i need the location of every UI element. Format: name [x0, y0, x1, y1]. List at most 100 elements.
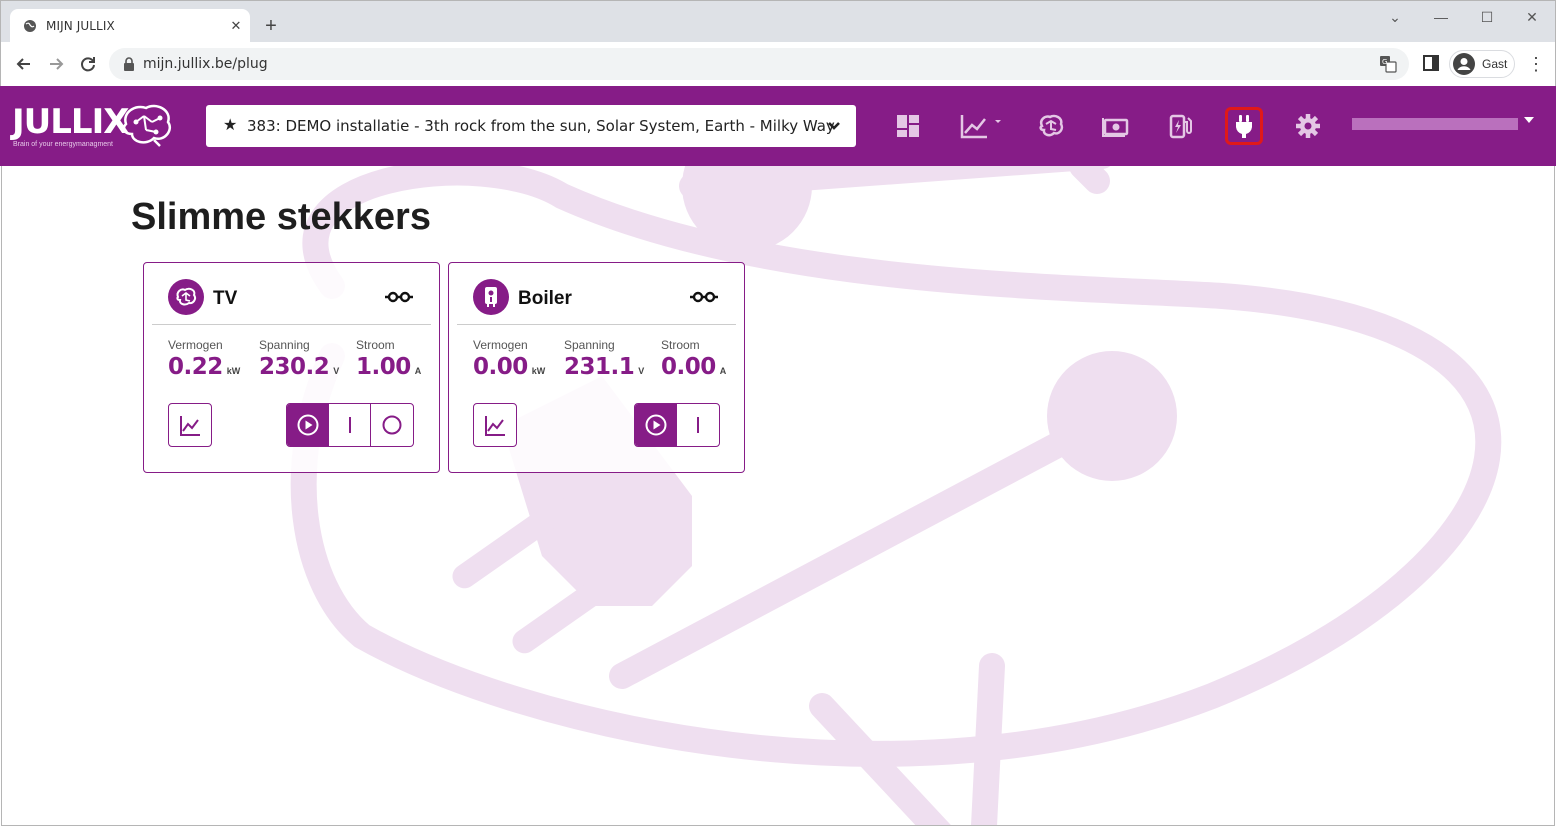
card-divider: [152, 324, 431, 325]
metric-label: Vermogen: [168, 338, 223, 352]
nav-dashboard[interactable]: [890, 108, 926, 144]
page-title: Slimme stekkers: [131, 196, 431, 238]
caret-down-icon[interactable]: [1524, 117, 1534, 123]
gear-icon: [1296, 114, 1320, 138]
mode-on-button[interactable]: [329, 404, 371, 446]
main-content: Slimme stekkers TV Vermogen 0.22 kW Spann…: [1, 166, 1555, 826]
close-tab-icon[interactable]: ✕: [228, 18, 244, 34]
current-unit: A: [414, 366, 422, 376]
chart-icon: [180, 416, 200, 436]
plug-card-boiler: Boiler Vermogen 0.00 kW Spanning 231.1 V S…: [448, 262, 745, 473]
power-value: 0.22: [168, 354, 223, 380]
metric-power: Vermogen 0.22 kW: [168, 338, 240, 380]
nav-plugs[interactable]: [1225, 107, 1263, 145]
address-bar[interactable]: mijn.jullix.be/plug G: [109, 48, 1409, 80]
installation-label: 383: DEMO installatie - 3th rock from th…: [247, 117, 835, 135]
logo-brain-icon: [122, 104, 171, 147]
connection-icon: [690, 291, 718, 303]
voltage-unit: V: [638, 366, 645, 376]
profile-name: Gast: [1482, 57, 1508, 71]
nav-finance[interactable]: [1097, 108, 1133, 144]
power-unit: kW: [531, 366, 546, 376]
money-icon: [1102, 118, 1129, 137]
chart-icon: [960, 115, 1001, 139]
power-value: 0.00: [473, 354, 528, 380]
chevron-down-icon: [828, 122, 840, 130]
metric-current: Stroom 0.00 A: [661, 338, 726, 380]
history-chart-button[interactable]: [473, 403, 517, 447]
mode-toggle-group: [634, 403, 720, 447]
play-circle-icon: [297, 414, 319, 436]
voltage-unit: V: [333, 366, 340, 376]
logo-text: JULLIX: [12, 102, 129, 142]
card-divider: [457, 324, 736, 325]
metric-voltage: Spanning 231.1 V: [564, 338, 644, 380]
url-text: mijn.jullix.be/plug: [143, 56, 268, 72]
power-on-icon: [697, 417, 699, 433]
dashboard-icon: [897, 115, 919, 137]
power-off-icon: [382, 415, 402, 435]
plug-name: TV: [213, 288, 238, 309]
voltage-value: 230.2: [259, 354, 330, 380]
nav-charts[interactable]: [955, 108, 1007, 144]
mode-off-button[interactable]: [371, 404, 413, 446]
power-unit: kW: [226, 366, 241, 376]
mode-toggle-group: [286, 403, 414, 447]
mode-on-button[interactable]: [677, 404, 719, 446]
minimize-button[interactable]: —: [1429, 7, 1453, 27]
play-circle-icon: [645, 414, 667, 436]
browser-toolbar: mijn.jullix.be/plug G Gast ⋮: [0, 42, 1556, 86]
metric-label: Vermogen: [473, 338, 528, 352]
jullix-logo[interactable]: JULLIX Brain of your energymanagment: [12, 100, 177, 150]
brain-icon: [176, 287, 197, 306]
nav-brain[interactable]: [1033, 108, 1069, 144]
metric-power: Vermogen 0.00 kW: [473, 338, 545, 380]
power-on-icon: [349, 417, 351, 433]
current-unit: A: [719, 366, 727, 376]
mode-auto-button[interactable]: [635, 404, 677, 446]
star-icon: ★: [223, 117, 238, 134]
charging-station-icon: [1169, 114, 1192, 139]
installation-select[interactable]: ★ 383: DEMO installatie - 3th rock from …: [206, 105, 856, 147]
plug-name: Boiler: [518, 288, 572, 309]
lock-icon: [124, 57, 134, 71]
browser-tabstrip: MIJN JULLIX ✕ + ⌄ — ☐ ✕: [0, 0, 1556, 43]
metric-label: Spanning: [259, 338, 310, 352]
current-value: 1.00: [356, 354, 411, 380]
avatar-icon: [1453, 53, 1475, 75]
new-tab-button[interactable]: +: [260, 15, 282, 37]
metric-label: Stroom: [661, 338, 700, 352]
boiler-icon: [485, 287, 497, 307]
current-value: 0.00: [661, 354, 716, 380]
tab-search-icon[interactable]: ⌄: [1383, 7, 1407, 27]
globe-icon: [24, 20, 36, 32]
metric-voltage: Spanning 230.2 V: [259, 338, 339, 380]
logo-tagline: Brain of your energymanagment: [13, 141, 113, 148]
translate-icon[interactable]: G: [1379, 55, 1397, 73]
tab-title: MIJN JULLIX: [46, 19, 115, 33]
reload-icon[interactable]: [77, 53, 99, 75]
app-header: JULLIX Brain of your energymanagment ★ 3…: [0, 86, 1556, 166]
device-icon: [473, 279, 509, 315]
close-window-button[interactable]: ✕: [1520, 7, 1544, 27]
svg-text:G: G: [1382, 58, 1387, 66]
nav-charging[interactable]: [1162, 108, 1198, 144]
metric-label: Stroom: [356, 338, 395, 352]
browser-menu-icon[interactable]: ⋮: [1527, 54, 1545, 74]
metric-label: Spanning: [564, 338, 615, 352]
back-arrow-icon[interactable]: [13, 53, 35, 75]
plug-card-tv: TV Vermogen 0.22 kW Spanning 230.2 V Stroo…: [143, 262, 440, 473]
history-chart-button[interactable]: [168, 403, 212, 447]
user-menu-redacted[interactable]: [1352, 118, 1518, 130]
browser-tab[interactable]: MIJN JULLIX ✕: [10, 9, 250, 43]
profile-button[interactable]: Gast: [1449, 50, 1515, 78]
metric-current: Stroom 1.00 A: [356, 338, 421, 380]
chart-icon: [485, 416, 505, 436]
voltage-value: 231.1: [564, 354, 635, 380]
nav-settings[interactable]: [1290, 108, 1326, 144]
forward-arrow-icon[interactable]: [45, 53, 67, 75]
side-panel-icon[interactable]: [1423, 54, 1439, 72]
maximize-button[interactable]: ☐: [1475, 7, 1499, 27]
mode-auto-button[interactable]: [287, 404, 329, 446]
connection-icon: [385, 291, 413, 303]
